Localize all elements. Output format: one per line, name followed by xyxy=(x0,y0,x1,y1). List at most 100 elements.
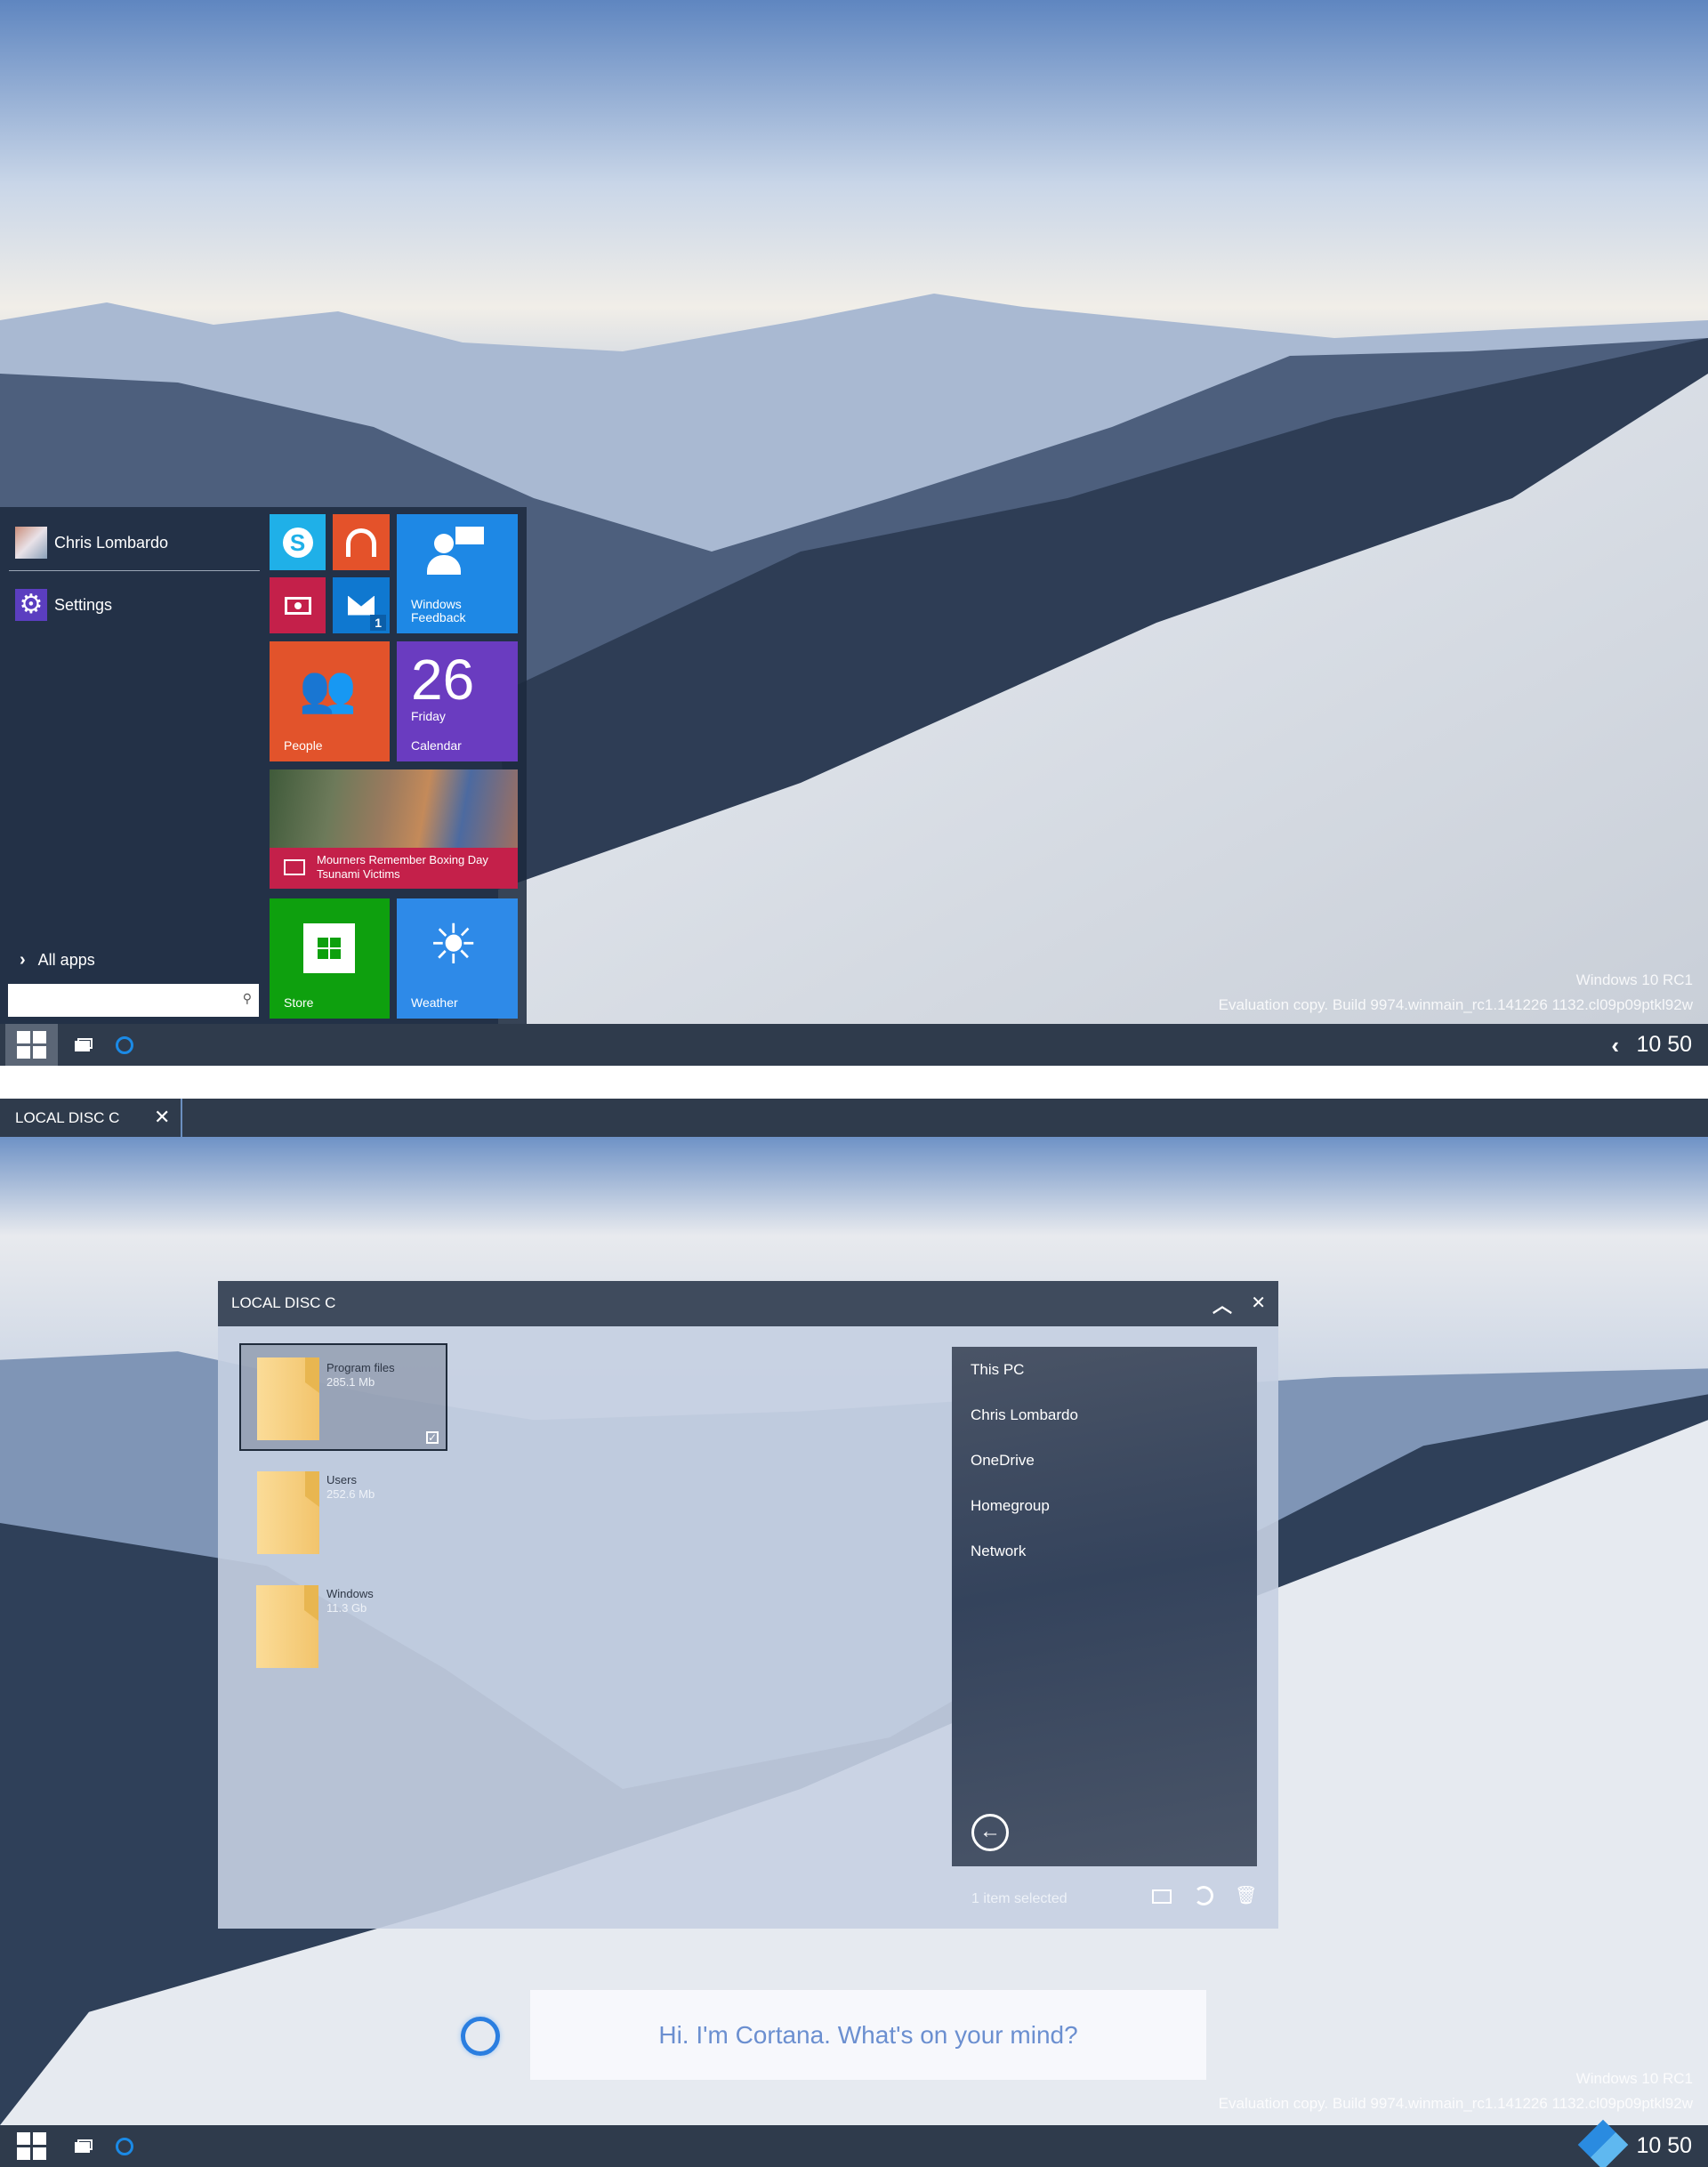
news-caption-bar: Mourners Remember Boxing Day Tsunami Vic… xyxy=(270,848,518,889)
task-view-icon[interactable] xyxy=(75,2139,93,2153)
weather-label: Weather xyxy=(411,995,458,1010)
tile-calendar[interactable]: 26 Friday Calendar xyxy=(397,641,518,761)
start-menu: Chris Lombardo ⚙ Settings › All apps ⚲ S… xyxy=(0,507,527,1025)
clock[interactable]: 10 50 xyxy=(1636,1032,1692,1058)
tile-video[interactable] xyxy=(270,577,326,633)
file-size: 11.3 Gb xyxy=(326,1601,367,1615)
store-bag-icon xyxy=(303,923,355,973)
start-search-input[interactable] xyxy=(8,984,222,1015)
headphones-icon xyxy=(346,528,376,557)
taskbar: ‹ 10 50 xyxy=(0,2119,1708,2167)
tab-label: LOCAL DISC C xyxy=(15,1109,120,1126)
tab-local-disc-c[interactable]: LOCAL DISC C ✕ xyxy=(0,1099,182,1137)
nav-homegroup[interactable]: Homegroup xyxy=(971,1497,1078,1515)
folder-icon xyxy=(257,1471,319,1554)
task-view-icon[interactable] xyxy=(75,1038,93,1051)
watermark-line-2: Evaluation copy. Build 9974.winmain_rc1.… xyxy=(1218,996,1693,1013)
calendar-weekday: Friday xyxy=(411,709,446,723)
window-close-icon[interactable]: ✕ xyxy=(1251,1292,1266,1314)
news-icon xyxy=(284,859,305,875)
file-explorer-window: LOCAL DISC C ︿ ✕ Program files 285.1 Mb ✓… xyxy=(218,1281,1278,1929)
people-label: People xyxy=(284,738,323,753)
news-photo xyxy=(270,769,518,848)
nav-this-pc[interactable]: This PC xyxy=(971,1361,1078,1379)
calendar-day-number: 26 xyxy=(411,648,475,712)
desktop-screen-2: LOCAL DISC C ✕ LOCAL DISC C ︿ ✕ Program … xyxy=(0,1099,1708,2167)
all-apps-label: All apps xyxy=(37,951,95,969)
site-logo-watermark-icon xyxy=(1577,2119,1629,2167)
folder-icon xyxy=(256,1585,318,1668)
delete-trash-icon[interactable]: 🗑 xyxy=(1235,1884,1257,1906)
user-account[interactable]: Chris Lombardo xyxy=(15,527,168,559)
nav-network[interactable]: Network xyxy=(971,1543,1078,1560)
feedback-icon xyxy=(427,527,486,578)
folder-icon xyxy=(257,1357,319,1440)
tile-music[interactable] xyxy=(333,514,390,570)
file-item-users[interactable]: Users 252.6 Mb xyxy=(239,1459,447,1567)
file-name: Windows xyxy=(326,1587,374,1600)
nav-onedrive[interactable]: OneDrive xyxy=(971,1452,1078,1470)
watermark-line-2: Evaluation copy. Build 9974.winmain_rc1.… xyxy=(1218,2095,1693,2112)
tile-skype[interactable]: S xyxy=(270,514,326,570)
tile-store[interactable]: Store xyxy=(270,898,390,1019)
feedback-label: Windows Feedback xyxy=(411,597,466,624)
cortana-circle-icon[interactable] xyxy=(461,2017,500,2056)
calendar-label: Calendar xyxy=(411,738,462,753)
tile-weather[interactable]: ☀ Weather xyxy=(397,898,518,1019)
skype-icon: S xyxy=(282,527,313,558)
watermark-line-1: Windows 10 RC1 xyxy=(1575,971,1693,988)
cortana-prompt-box[interactable]: Hi. I'm Cortana. What's on your mind? xyxy=(530,1990,1206,2080)
cortana-search-icon[interactable] xyxy=(116,1036,133,1054)
news-headline: Mourners Remember Boxing Day Tsunami Vic… xyxy=(317,853,488,881)
windows-logo-icon xyxy=(17,2132,46,2160)
desktop-screen-1: Chris Lombardo ⚙ Settings › All apps ⚲ S… xyxy=(0,0,1708,1066)
settings-item[interactable]: ⚙ Settings xyxy=(15,589,112,621)
video-icon xyxy=(284,596,311,615)
tile-news[interactable]: Mourners Remember Boxing Day Tsunami Vic… xyxy=(270,769,518,889)
start-search-box[interactable]: ⚲ xyxy=(8,984,259,1017)
app-tab-bar: LOCAL DISC C ✕ xyxy=(0,1099,1708,1137)
settings-label: Settings xyxy=(54,595,113,614)
build-watermark: Windows 10 RC1 Evaluation copy. Build 99… xyxy=(1219,2070,1693,2113)
mail-badge: 1 xyxy=(370,615,386,631)
taskbar: ‹ 10 50 xyxy=(0,1024,1708,1066)
cortana-search-icon[interactable] xyxy=(116,2138,133,2155)
divider xyxy=(9,570,260,571)
selection-status: 1 item selected xyxy=(971,1891,1068,1906)
all-apps-button[interactable]: › All apps xyxy=(20,950,95,971)
user-avatar xyxy=(15,527,47,559)
sun-icon: ☀ xyxy=(429,914,479,976)
tile-windows-feedback[interactable]: Windows Feedback xyxy=(397,514,518,633)
collapse-chevron-up-icon[interactable]: ︿ xyxy=(1213,1290,1232,1318)
watermark-line-1: Windows 10 RC1 xyxy=(1575,2070,1693,2087)
start-button[interactable] xyxy=(5,1024,58,1066)
window-title: LOCAL DISC C xyxy=(231,1294,336,1311)
nav-chris-lombardo[interactable]: Chris Lombardo xyxy=(971,1406,1078,1424)
store-label: Store xyxy=(284,995,314,1010)
file-size: 252.6 Mb xyxy=(326,1487,375,1501)
tab-close-icon[interactable]: ✕ xyxy=(154,1106,170,1129)
search-icon[interactable]: ⚲ xyxy=(243,991,252,1006)
file-size: 285.1 Mb xyxy=(326,1375,375,1389)
tile-mail[interactable]: 1 xyxy=(333,577,390,633)
share-mail-icon[interactable] xyxy=(1152,1889,1172,1904)
start-button[interactable] xyxy=(5,2125,58,2167)
file-name: Users xyxy=(326,1473,357,1486)
windows-logo-icon xyxy=(17,1031,46,1059)
clock[interactable]: 10 50 xyxy=(1636,2133,1692,2159)
file-item-windows[interactable]: Windows 11.3 Gb xyxy=(239,1573,447,1680)
build-watermark: Windows 10 RC1 Evaluation copy. Build 99… xyxy=(1219,971,1693,1014)
window-title-bar[interactable]: LOCAL DISC C ︿ ✕ xyxy=(218,1281,1278,1326)
navigation-pane: This PC Chris Lombardo OneDrive Homegrou… xyxy=(952,1347,1257,1866)
gear-icon: ⚙ xyxy=(15,589,47,621)
mail-icon xyxy=(348,595,375,616)
back-arrow-icon[interactable]: ← xyxy=(971,1814,1009,1851)
sync-icon[interactable] xyxy=(1194,1886,1213,1905)
show-hidden-icons-chevron-icon[interactable]: ‹ xyxy=(1611,1032,1619,1059)
chevron-right-icon: › xyxy=(20,950,26,970)
selected-checkbox-icon[interactable]: ✓ xyxy=(426,1431,439,1444)
cortana-prompt-text: Hi. I'm Cortana. What's on your mind? xyxy=(658,2020,1078,2049)
user-name: Chris Lombardo xyxy=(54,533,169,552)
tile-people[interactable]: 👥 People xyxy=(270,641,390,761)
file-item-program-files[interactable]: Program files 285.1 Mb ✓ xyxy=(239,1343,447,1451)
